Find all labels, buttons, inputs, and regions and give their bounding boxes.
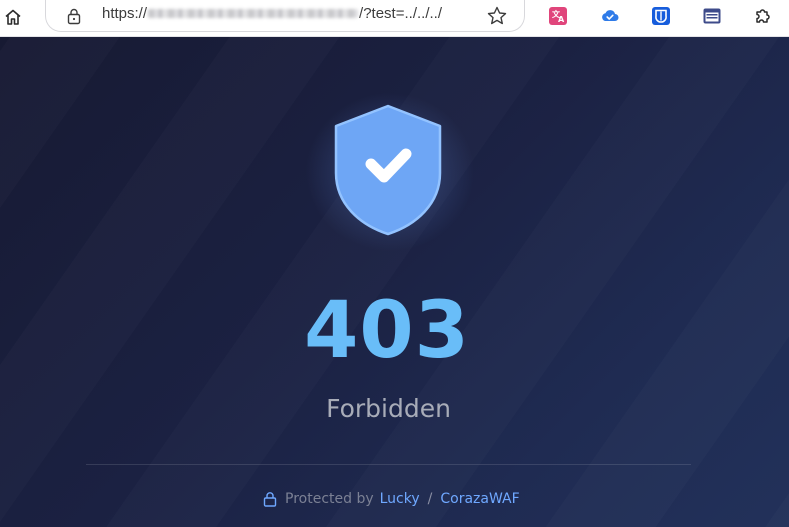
cloud-extension-button[interactable] [599, 5, 621, 27]
lock-icon [263, 492, 277, 507]
extensions-puzzle-icon [756, 9, 770, 23]
url-suffix: /?test=../../../ [359, 5, 442, 22]
browser-toolbar: https:// /?test=../../../ 文 A [0, 0, 789, 37]
protection-footer: Protected by Lucky / CorazaWAF [263, 489, 526, 509]
error-page: 403 Forbidden Protected by Lucky / Coraz… [0, 37, 789, 527]
shield-check-icon [334, 104, 442, 236]
lock-icon[interactable] [65, 7, 83, 25]
window-extension-icon [703, 8, 721, 24]
bookmark-star-icon[interactable] [486, 5, 508, 27]
window-extension-button[interactable] [701, 5, 723, 27]
divider [86, 464, 691, 465]
home-button[interactable] [2, 6, 24, 28]
url-prefix: https:// [102, 5, 148, 22]
bitwarden-extension-button[interactable] [650, 5, 672, 27]
translate-extension-button[interactable]: 文 A [547, 5, 569, 27]
address-bar[interactable]: https:// /?test=../../../ [45, 0, 525, 32]
link-separator: / [427, 491, 433, 507]
extensions-button[interactable] [752, 5, 774, 27]
bitwarden-extension-icon [652, 7, 670, 25]
error-code: 403 [304, 286, 470, 376]
protected-by-label: Protected by [285, 491, 374, 507]
svg-text:A: A [558, 15, 565, 24]
translate-extension-icon: 文 A [549, 7, 567, 25]
cloud-extension-icon [602, 10, 619, 21]
error-status: Forbidden [326, 394, 451, 423]
lucky-link[interactable]: Lucky [380, 491, 420, 507]
url-redacted-host [148, 9, 359, 18]
home-icon [5, 9, 21, 25]
corazawaf-link[interactable]: CorazaWAF [440, 491, 519, 507]
url-text[interactable]: https:// /?test=../../../ [102, 5, 442, 22]
